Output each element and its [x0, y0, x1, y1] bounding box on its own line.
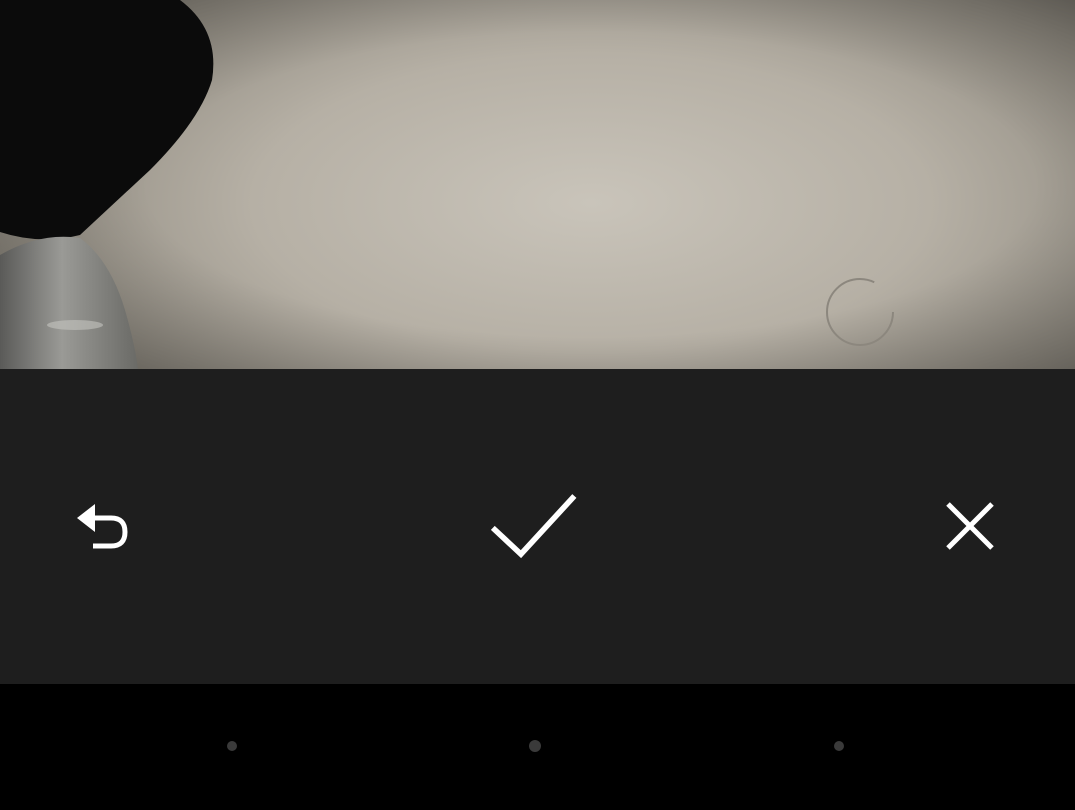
- cancel-button[interactable]: [925, 481, 1015, 571]
- retake-button[interactable]: [56, 481, 146, 571]
- camera-review-screen: [0, 0, 1075, 810]
- nav-recent-apps-button[interactable]: [834, 741, 844, 751]
- review-toolbar: [0, 369, 1075, 684]
- undo-arrow-icon: [77, 504, 128, 549]
- preview-photo-content: [0, 0, 1075, 369]
- checkmark-icon: [490, 494, 577, 559]
- system-navigation-bar: [0, 684, 1075, 810]
- confirm-button[interactable]: [490, 481, 580, 571]
- close-icon: [946, 502, 994, 550]
- nav-back-button[interactable]: [227, 741, 237, 751]
- camera-preview-image: [0, 0, 1075, 369]
- nav-home-button[interactable]: [529, 740, 541, 752]
